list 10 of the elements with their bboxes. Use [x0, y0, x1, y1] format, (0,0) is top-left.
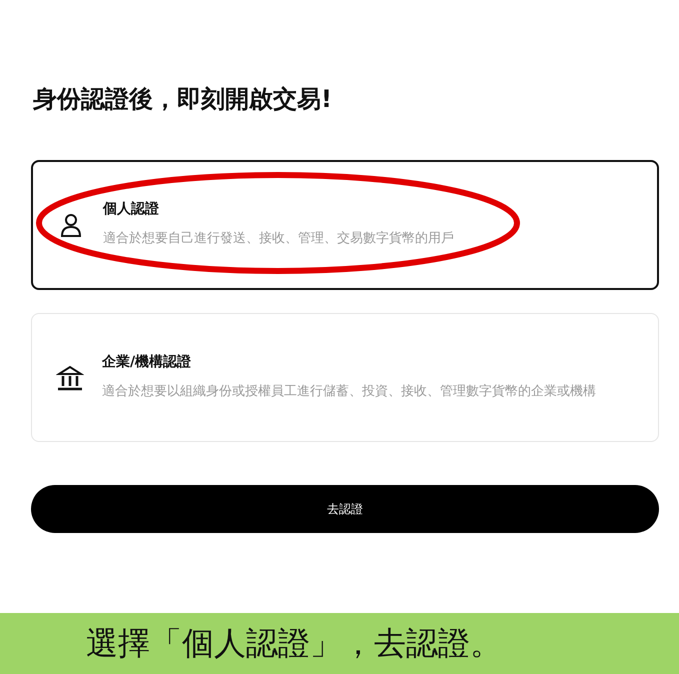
caption-text: 選擇「個人認證」，去認證。: [86, 622, 502, 664]
verification-option[interactable]: 企業/機構認證 適合於想要以組織身份或授權員工進行儲蓄、投資、接收、管理數字貨幣的企業或機構: [31, 313, 659, 442]
option-description: 適合於想要自己進行發送、接收、管理、交易數字貨幣的用戶: [103, 230, 454, 248]
option-description: 適合於想要以組織身份或授權員工進行儲蓄、投資、接收、管理數字貨幣的企業或機構: [102, 382, 596, 400]
page-heading: 身份認證後，即刻開啟交易!: [33, 84, 333, 115]
option-title: 企業/機構認證: [102, 352, 192, 370]
option-title: 個人認證: [103, 200, 160, 218]
verification-option[interactable]: 個人認證 適合於想要自己進行發送、接收、管理、交易數字貨幣的用戶: [31, 160, 659, 290]
verify-button[interactable]: 去認證: [31, 485, 659, 533]
bank-icon: [56, 364, 84, 392]
